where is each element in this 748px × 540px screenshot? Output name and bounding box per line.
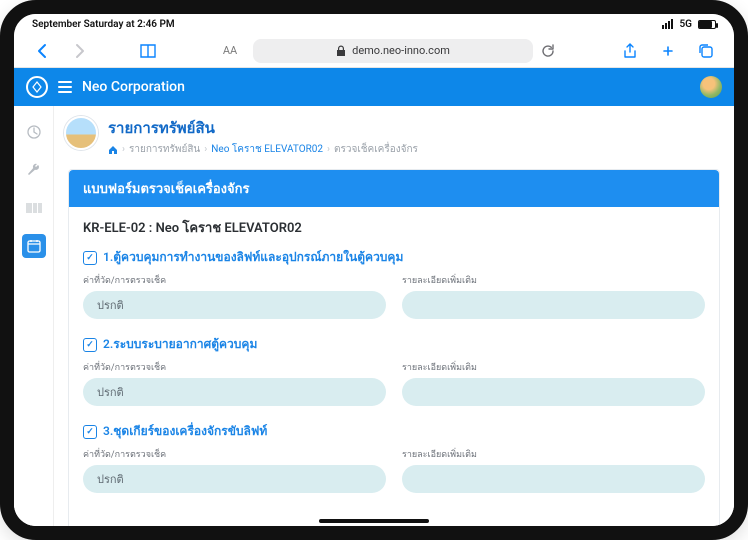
page-thumbnail <box>64 116 98 150</box>
section-2-detail[interactable] <box>402 378 705 406</box>
signal-icon <box>662 19 673 29</box>
measure-label: ค่าที่วัด/การตรวจเช็ค <box>83 447 386 461</box>
sidebar-barcode-icon[interactable] <box>22 196 46 220</box>
section-1-value[interactable]: ปรกติ <box>83 291 386 319</box>
check-icon: ✓ <box>83 338 97 352</box>
measure-label: ค่าที่วัด/การตรวจเช็ค <box>83 273 386 287</box>
home-indicator[interactable] <box>319 519 429 523</box>
form-header: แบบฟอร์มตรวจเช็คเครื่องจักร <box>69 170 719 207</box>
battery-icon <box>698 20 716 29</box>
check-icon: ✓ <box>83 251 97 265</box>
text-size-button[interactable]: AA <box>215 44 245 57</box>
share-button[interactable] <box>616 37 644 65</box>
section-2: ✓ 2.ระบบระบายอากาศตู้ควบคุม ค่าที่วัด/กา… <box>83 335 705 406</box>
sidebar <box>14 106 54 526</box>
network-label: 5G <box>679 19 692 30</box>
detail-label: รายละเอียดเพิ่มเติม <box>402 273 705 287</box>
section-3-detail[interactable] <box>402 465 705 493</box>
section-1: ✓ 1.ตู้ควบคุมการทำงานของลิฟท์และอุปกรณ์ภ… <box>83 248 705 319</box>
section-1-title[interactable]: ✓ 1.ตู้ควบคุมการทำงานของลิฟท์และอุปกรณ์ภ… <box>83 248 705 267</box>
crumb-elevator[interactable]: Neo โคราช ELEVATOR02 <box>211 142 323 157</box>
page-title: รายการทรัพย์สิน <box>108 116 418 140</box>
sidebar-wrench-icon[interactable] <box>22 158 46 182</box>
section-3: ✓ 3.ชุดเกียร์ของเครื่องจักรขับลิฟท์ ค่าท… <box>83 422 705 493</box>
user-avatar[interactable] <box>700 76 722 98</box>
crumb-current: ตรวจเช็คเครื่องจักร <box>334 142 418 157</box>
measure-label: ค่าที่วัด/การตรวจเช็ค <box>83 360 386 374</box>
bookmarks-button[interactable] <box>134 37 162 65</box>
lock-icon <box>336 45 346 57</box>
main-content: รายการทรัพย์สิน › รายการทรัพย์สิน › Neo … <box>54 106 734 526</box>
new-tab-button[interactable] <box>654 37 682 65</box>
tabs-button[interactable] <box>692 37 720 65</box>
browser-toolbar: AA demo.neo-inno.com <box>14 34 734 68</box>
app-title: Neo Corporation <box>82 79 185 95</box>
breadcrumb: › รายการทรัพย์สิน › Neo โคราช ELEVATOR02… <box>108 142 418 157</box>
crumb-assets[interactable]: รายการทรัพย์สิน <box>129 142 200 157</box>
status-bar: September Saturday at 2:46 PM 5G <box>14 14 734 34</box>
sidebar-clock-icon[interactable] <box>22 120 46 144</box>
status-datetime: September Saturday at 2:46 PM <box>32 19 175 30</box>
nav-back-button[interactable] <box>28 37 56 65</box>
sidebar-calendar-icon[interactable] <box>22 234 46 258</box>
section-1-detail[interactable] <box>402 291 705 319</box>
equipment-name: KR-ELE-02 : Neo โคราช ELEVATOR02 <box>83 217 705 238</box>
reload-button[interactable] <box>541 44 563 58</box>
section-3-value[interactable]: ปรกติ <box>83 465 386 493</box>
app-logo-icon <box>26 76 48 98</box>
detail-label: รายละเอียดเพิ่มเติม <box>402 360 705 374</box>
detail-label: รายละเอียดเพิ่มเติม <box>402 447 705 461</box>
nav-forward-button[interactable] <box>66 37 94 65</box>
check-icon: ✓ <box>83 425 97 439</box>
url-field[interactable]: demo.neo-inno.com <box>253 39 533 63</box>
section-2-title[interactable]: ✓ 2.ระบบระบายอากาศตู้ควบคุม <box>83 335 705 354</box>
form-card: แบบฟอร์มตรวจเช็คเครื่องจักร KR-ELE-02 : … <box>68 169 720 526</box>
home-icon[interactable] <box>108 145 118 155</box>
section-2-value[interactable]: ปรกติ <box>83 378 386 406</box>
url-text: demo.neo-inno.com <box>352 44 450 57</box>
app-header: Neo Corporation <box>14 68 734 106</box>
section-3-title[interactable]: ✓ 3.ชุดเกียร์ของเครื่องจักรขับลิฟท์ <box>83 422 705 441</box>
menu-button[interactable] <box>58 81 72 93</box>
